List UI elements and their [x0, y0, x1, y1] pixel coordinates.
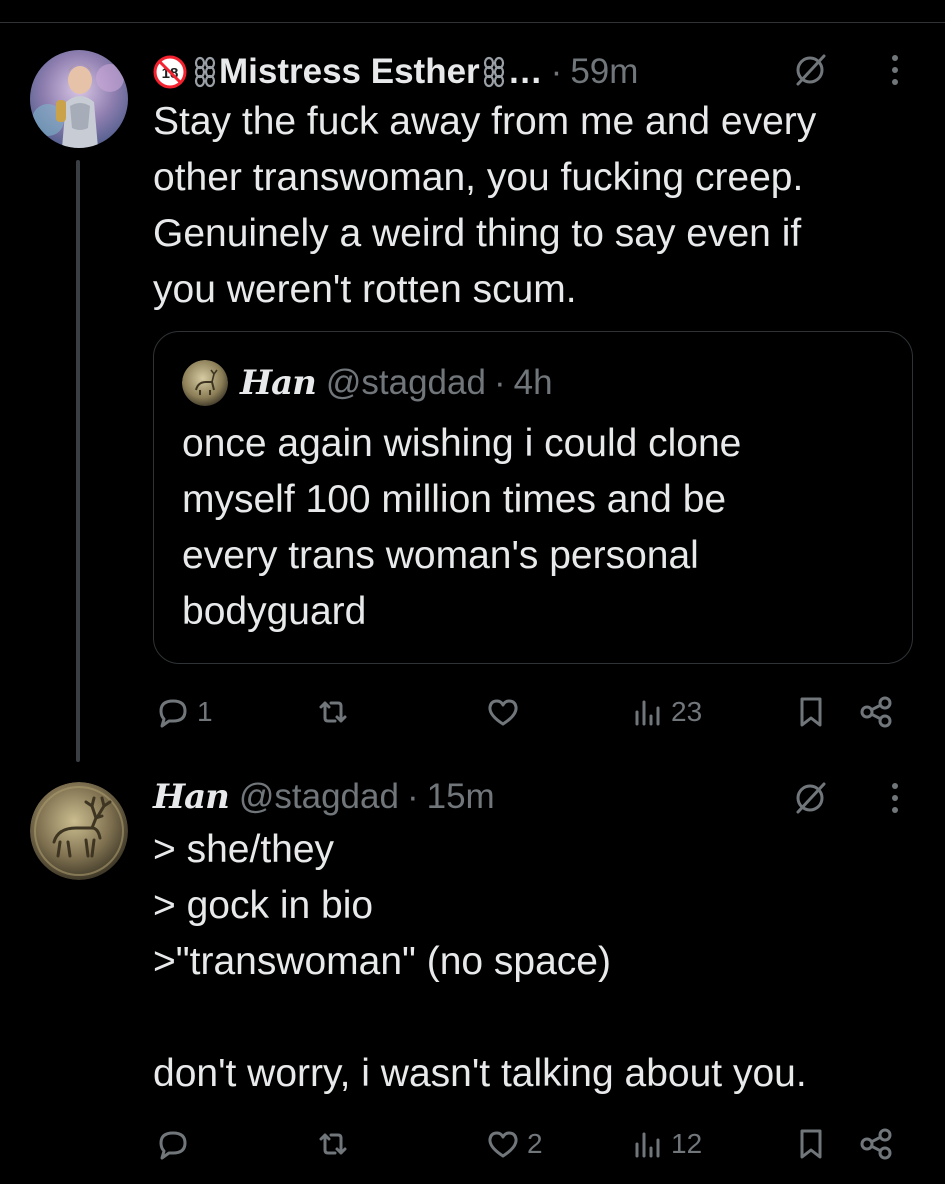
share-icon [856, 692, 896, 732]
repost-arrows-icon [313, 1124, 353, 1164]
grok-icon[interactable] [790, 778, 830, 818]
post-time[interactable]: 59m [570, 52, 638, 92]
quoted-post-time: 4h [513, 363, 553, 402]
vertical-dots-icon[interactable] [889, 778, 901, 818]
share-button[interactable] [856, 690, 896, 734]
like-count: 2 [527, 1128, 543, 1159]
avatar-han-small [182, 360, 228, 406]
repost-arrows-icon [313, 692, 353, 732]
bookmark-button[interactable] [793, 690, 829, 734]
post-action-bar: 2 12 [153, 1122, 898, 1166]
chain-icon [193, 55, 217, 89]
no-under-18-icon: 18 [153, 55, 187, 89]
post-header: Han @stagdad · 15m [153, 774, 495, 820]
reply-button[interactable]: 1 [153, 690, 213, 734]
chain-icon [482, 55, 506, 89]
reply-count: 1 [197, 696, 213, 727]
grok-icon[interactable] [790, 50, 830, 90]
separator-dot: · [406, 777, 419, 816]
name-truncation: … [507, 52, 543, 91]
bookmark-icon [793, 692, 829, 732]
quoted-post-card[interactable]: Han @stagdad · 4h once again wishing i c… [153, 331, 913, 664]
author-handle[interactable]: @stagdad [239, 777, 399, 817]
quoted-author-name: Han [240, 363, 317, 403]
bar-chart-icon [631, 692, 667, 732]
author-name[interactable]: Mistress Esther [219, 52, 480, 92]
bar-chart-icon [631, 1124, 667, 1164]
separator-dot: · [493, 363, 506, 402]
reply-button[interactable] [153, 1122, 197, 1166]
views-count: 23 [671, 696, 703, 727]
separator-dot: · [550, 52, 563, 91]
like-button[interactable] [483, 690, 527, 734]
post-text: Stay the fuck away from me and every oth… [153, 100, 817, 311]
post-header: 18 Mistress Esther [153, 48, 638, 96]
post-action-bar: 1 23 [153, 690, 898, 734]
speech-bubble-icon [153, 692, 193, 732]
thread-connector-line [76, 160, 80, 762]
author-name[interactable]: Han [153, 777, 230, 817]
share-button[interactable] [856, 1122, 896, 1166]
avatar-mistress-esther[interactable] [30, 50, 128, 148]
heart-icon [483, 692, 523, 732]
vertical-dots-icon[interactable] [889, 50, 901, 90]
speech-bubble-icon [153, 1124, 193, 1164]
heart-icon [483, 1124, 523, 1164]
views-button[interactable]: 12 [631, 1122, 702, 1166]
views-button[interactable]: 23 [631, 690, 702, 734]
quoted-post-header: Han @stagdad · 4h [182, 360, 553, 406]
share-icon [856, 1124, 896, 1164]
quoted-post-text: once again wishing i could clone myself … [182, 422, 742, 633]
repost-button[interactable] [313, 690, 357, 734]
like-button[interactable]: 2 [483, 1122, 543, 1166]
post-time[interactable]: 15m [427, 777, 495, 817]
avatar-han[interactable] [30, 782, 128, 880]
post-text: > she/they > gock in bio >"transwoman" (… [153, 828, 807, 1095]
quoted-author-handle: @stagdad [325, 363, 486, 402]
top-divider [0, 22, 945, 23]
repost-button[interactable] [313, 1122, 357, 1166]
bookmark-icon [793, 1124, 829, 1164]
bookmark-button[interactable] [793, 1122, 829, 1166]
views-count: 12 [671, 1128, 703, 1159]
